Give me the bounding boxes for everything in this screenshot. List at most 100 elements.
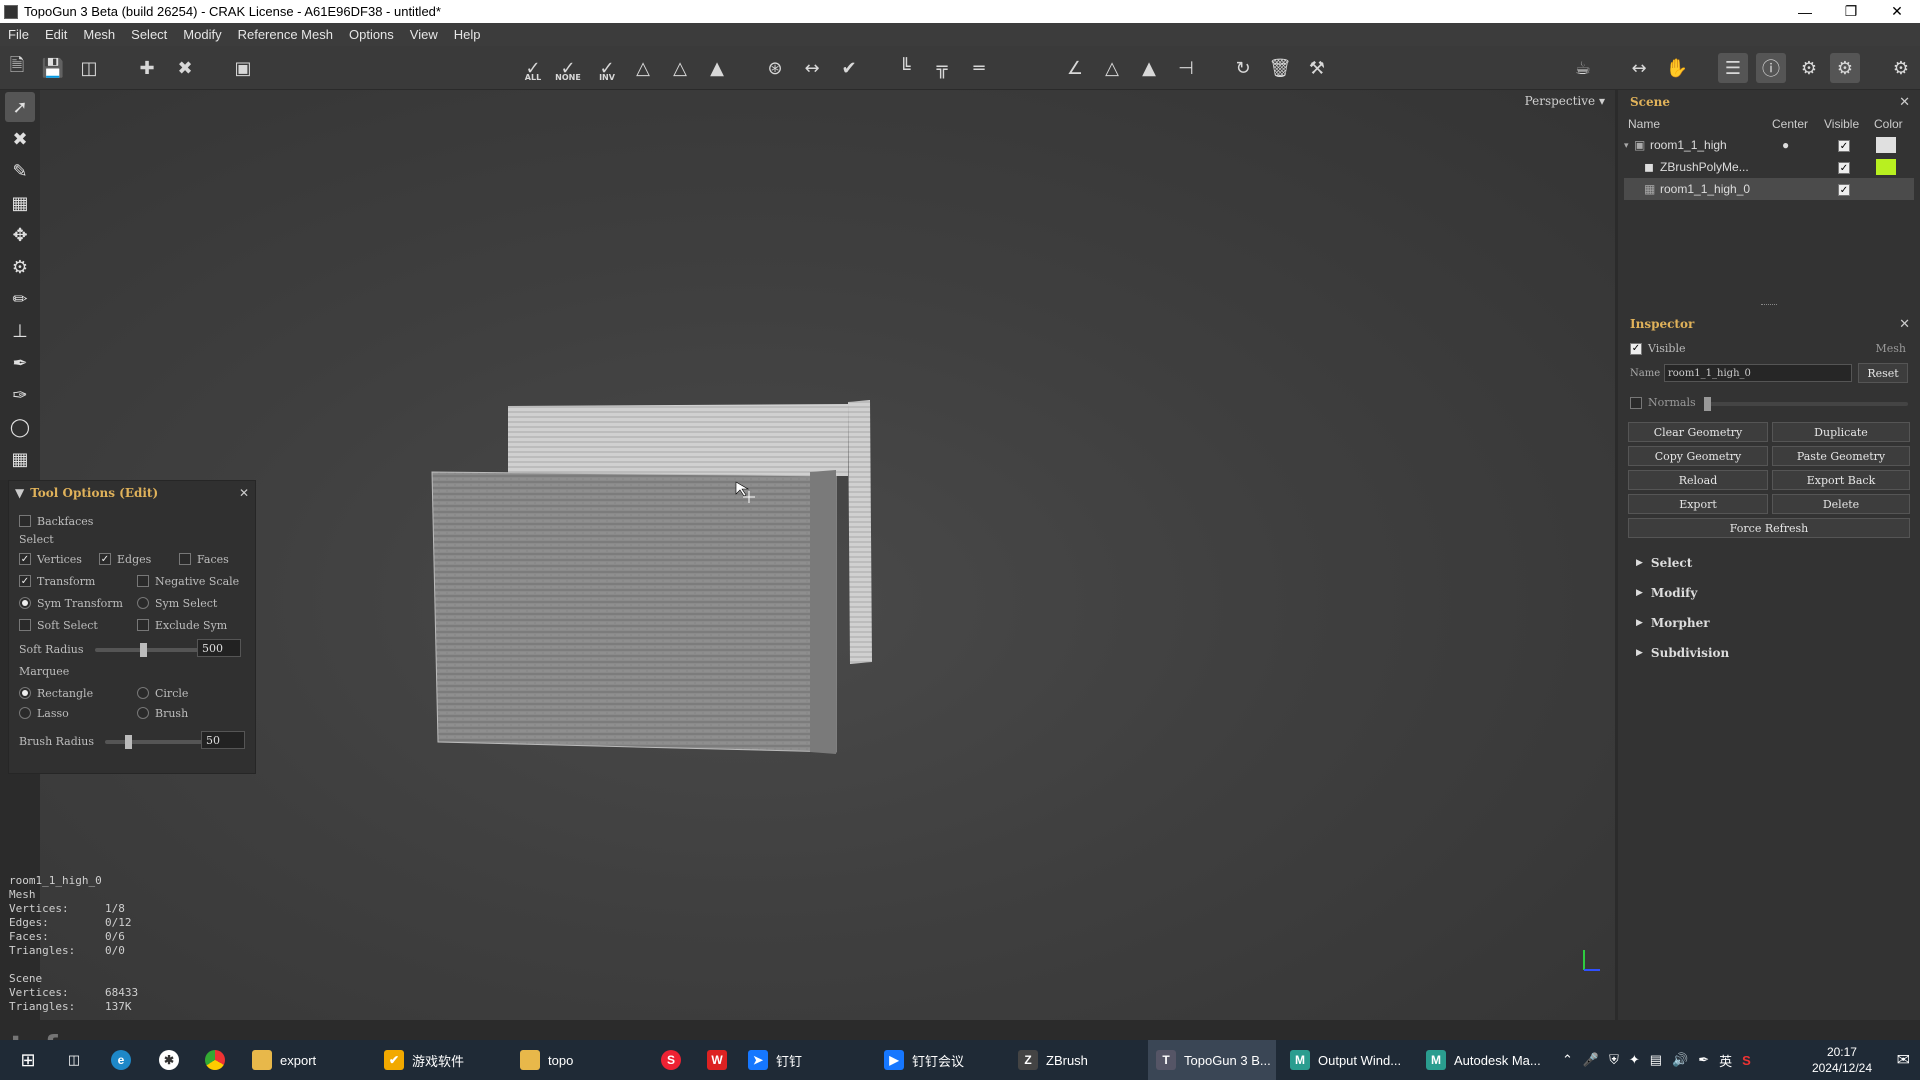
paste-geometry-button[interactable]: Paste Geometry [1772,446,1910,466]
normals-slider[interactable] [1704,397,1908,411]
menu-view[interactable]: View [402,27,446,42]
edges-checkbox[interactable]: ✓ Edges [99,551,151,567]
notification-icon[interactable]: ✉ [1897,1050,1910,1070]
center-radio-icon[interactable]: ● [1774,138,1826,152]
edge-browser-icon[interactable]: e [106,1040,136,1080]
select-invert-button[interactable]: ✓ INV [592,53,622,83]
hand-icon[interactable]: ✋ [1662,53,1692,83]
copy-geometry-button[interactable]: Copy Geometry [1628,446,1768,466]
export-button[interactable]: Export [1628,494,1768,514]
color-swatch[interactable] [1876,159,1896,175]
trash-icon[interactable]: 🗑 [1265,53,1295,83]
negative-scale-checkbox[interactable]: Negative Scale [137,573,239,589]
taskbar-item-active[interactable]: T TopoGun 3 B... [1148,1040,1276,1080]
edge-tool-icon[interactable]: ∠ [1060,53,1090,83]
microphone-icon[interactable]: 🎤 [1583,1052,1599,1068]
start-button[interactable]: ⊞ [8,1040,48,1080]
soft-select-checkbox[interactable]: Soft Select [19,617,98,633]
info-icon[interactable]: ⓘ [1756,53,1786,83]
reload-button[interactable]: Reload [1628,470,1768,490]
brush-radius-slider-handle[interactable] [125,735,132,749]
vertices-checkbox[interactable]: ✓ Vertices [19,551,82,567]
section-subdivision[interactable]: ▶ Subdivision [1636,646,1729,660]
sogou-tray-icon[interactable]: S [1742,1053,1751,1068]
hierarchy-icon[interactable]: ⚙ [1830,53,1860,83]
force-refresh-button[interactable]: Force Refresh [1628,518,1910,538]
visible-checkbox[interactable]: ✓ [1826,182,1876,197]
add-icon[interactable]: ✚ [132,53,162,83]
chrome-icon[interactable] [200,1040,230,1080]
tray-chevron-icon[interactable]: ⌃ [1562,1052,1573,1068]
knife-tool-icon[interactable]: ✑ [5,380,35,410]
tweak-tool-icon[interactable]: ⚙ [5,252,35,282]
section-modify[interactable]: ▶ Modify [1636,586,1697,600]
new-file-icon[interactable]: 🗎 [2,53,32,83]
menu-modify[interactable]: Modify [175,27,229,42]
menu-reference-mesh[interactable]: Reference Mesh [230,27,341,42]
pen-icon[interactable]: ✒ [1698,1052,1709,1068]
delete-button[interactable]: Delete [1772,494,1910,514]
check-icon[interactable]: ✔ [834,53,864,83]
wps-icon[interactable]: W [702,1040,732,1080]
circle-tool-icon[interactable]: ◯ [5,412,35,442]
menu-options[interactable]: Options [341,27,402,42]
expand-arrow-icon[interactable]: ▾ [1624,140,1634,151]
remove-icon[interactable]: ✖ [170,53,200,83]
select-loop-icon[interactable]: ⊛ [760,53,790,83]
refresh-icon[interactable]: ↻ [1228,53,1258,83]
col-color[interactable]: Color [1874,117,1914,131]
taskbar-item[interactable]: M Autodesk Ma... [1422,1040,1546,1080]
scene-row[interactable]: ▾ ▣ room1_1_high ● ✓ [1624,134,1914,156]
rectangle-radio[interactable]: Rectangle [19,685,93,701]
taskbar-item[interactable]: Z ZBrush [1018,1040,1118,1080]
visible-checkbox[interactable]: ✓ [1826,160,1876,175]
cut-tool-icon[interactable]: ✖ [5,124,35,154]
splitter-handle[interactable] [1761,304,1777,306]
ime-indicator[interactable]: 英 [1719,1051,1732,1070]
export-back-button[interactable]: Export Back [1772,470,1910,490]
visible-checkbox[interactable]: ✓ [1826,138,1876,153]
normals-checkbox[interactable]: Normals [1630,396,1696,409]
shrink-selection-icon[interactable]: △ [665,53,695,83]
close-scene-icon[interactable]: ✕ [1899,95,1910,110]
restore-icon[interactable]: ❐ [1828,0,1874,23]
taskbar-item[interactable]: ▶ 钉钉会议 [884,1040,984,1080]
taskbar-item[interactable]: export [248,1040,334,1080]
move-tool-icon[interactable]: ✥ [5,220,35,250]
grow-selection-icon[interactable]: △ [628,53,658,83]
reset-button[interactable]: Reset [1858,363,1908,383]
menu-mesh[interactable]: Mesh [75,27,123,42]
visible-toggle[interactable]: ✓ Visible [1630,342,1686,355]
section-morpher[interactable]: ▶ Morpher [1636,616,1710,630]
sogou-icon[interactable]: S [656,1040,686,1080]
tool-options-header[interactable]: ▼ Tool Options (Edit) ✕ [9,481,255,505]
select-faces-icon[interactable]: ▲ [702,53,732,83]
network-icon[interactable]: ▤ [1650,1052,1662,1068]
section-select[interactable]: ▶ Select [1636,556,1692,570]
taskbar-item[interactable]: topo [520,1040,610,1080]
duplicate-button[interactable]: Duplicate [1772,422,1910,442]
clock[interactable]: 20:17 2024/12/24 [1812,1044,1872,1076]
extrude-tool-icon[interactable]: ⊥ [5,316,35,346]
close-inspector-icon[interactable]: ✕ [1899,317,1910,332]
move-edge-icon[interactable]: ⊣ [1171,53,1201,83]
task-view-icon[interactable]: ◫ [56,1040,92,1080]
load-reference-icon[interactable]: ▣ [228,53,258,83]
brush-radius-input[interactable]: 50 [201,731,245,749]
col-name[interactable]: Name [1624,117,1772,131]
select-ring-icon[interactable]: ↔ [797,53,827,83]
3d-viewport[interactable]: Perspective ▾ [40,90,1615,1020]
menu-edit[interactable]: Edit [37,27,75,42]
grid-tool-icon[interactable]: ▦ [5,444,35,474]
brush-tool-icon[interactable]: ✏ [5,284,35,314]
minimize-icon[interactable]: — [1782,0,1828,23]
menu-select[interactable]: Select [123,27,175,42]
circle-radio[interactable]: Circle [137,685,188,701]
soft-radius-slider-handle[interactable] [139,643,147,657]
taskbar-item[interactable]: ✔ 游戏软件 [384,1040,474,1080]
brush-radio[interactable]: Brush [137,705,188,721]
taskbar-item[interactable]: ➤ 钉钉 [748,1040,838,1080]
menu-file[interactable]: File [0,27,37,42]
backfaces-checkbox[interactable]: Backfaces [19,513,93,529]
settings-tree-icon[interactable]: ⚙ [1794,53,1824,83]
